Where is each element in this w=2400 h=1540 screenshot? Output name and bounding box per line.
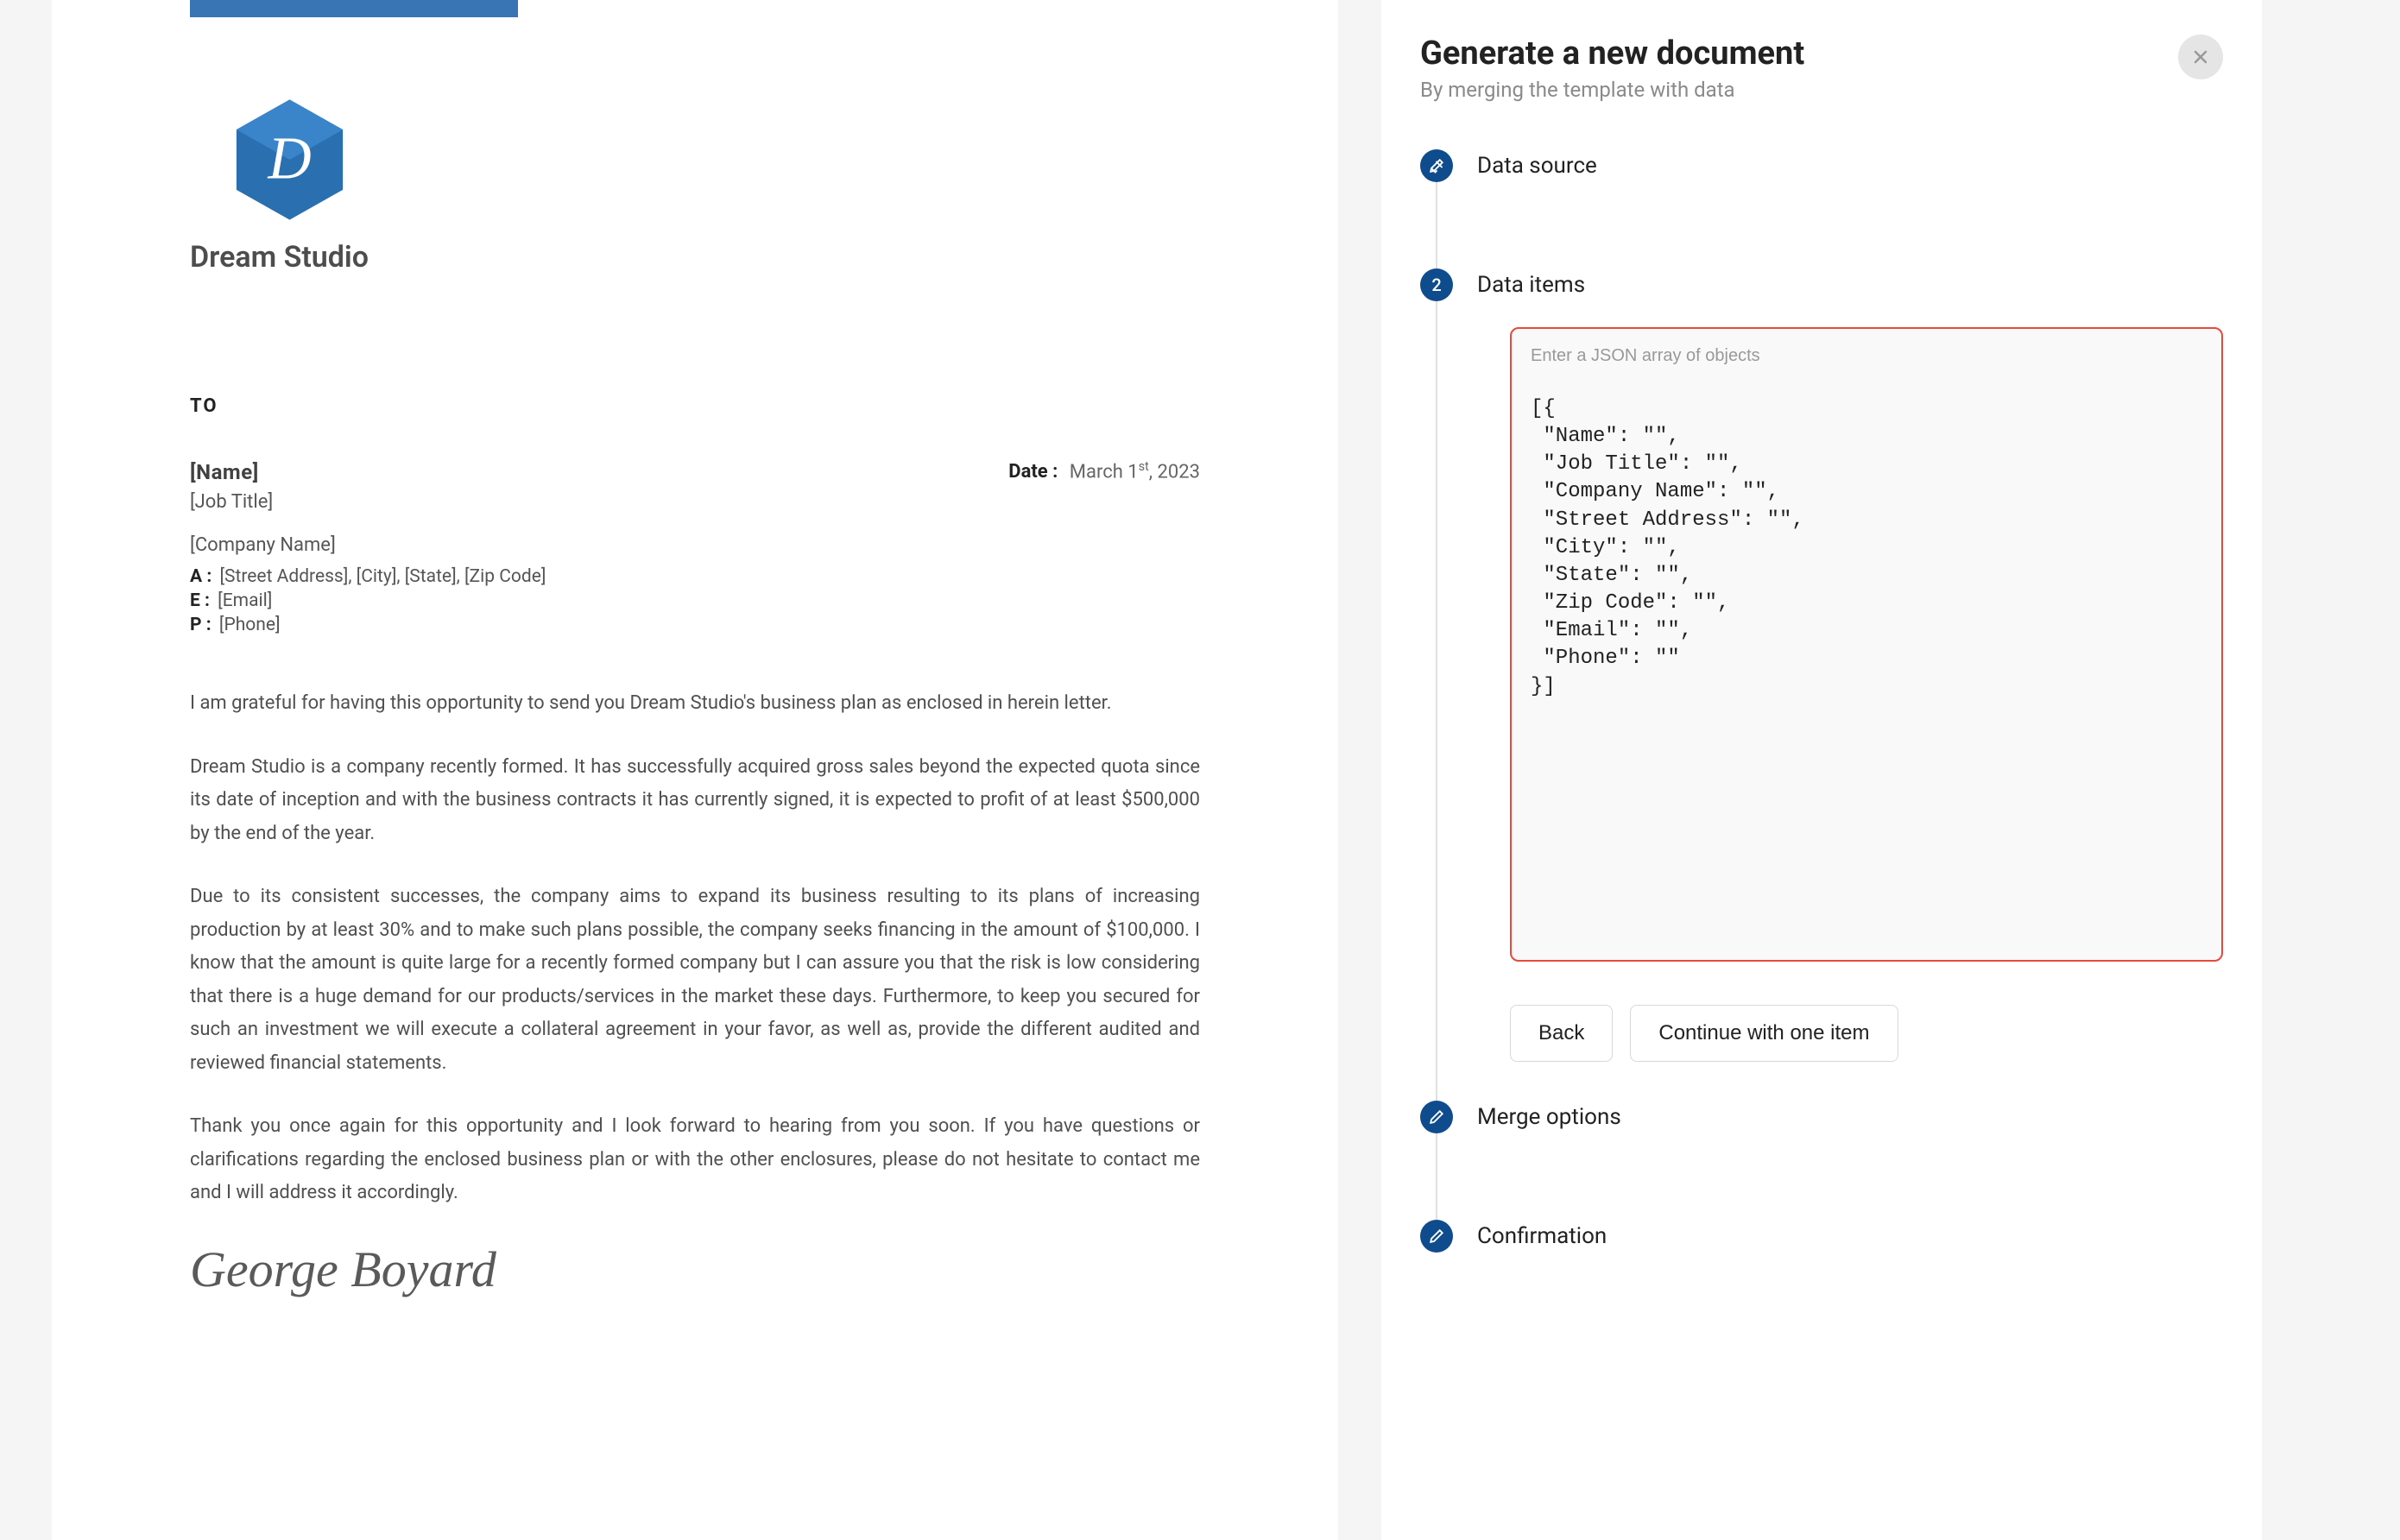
letter-body: I am grateful for having this opportunit… [190, 687, 1200, 1210]
step-label: Merge options [1477, 1101, 1621, 1133]
email-label: E : [190, 590, 210, 611]
json-input-wrapper: Enter a JSON array of objects [{ "Name":… [1510, 327, 2223, 962]
step-content: Enter a JSON array of objects [{ "Name":… [1510, 327, 2223, 1062]
date-label: Date : [1008, 461, 1058, 483]
back-button[interactable]: Back [1510, 1005, 1613, 1062]
address-label: A : [190, 566, 212, 587]
svg-text:D: D [267, 125, 311, 192]
close-button[interactable] [2178, 35, 2223, 79]
header-accent-bar [190, 0, 518, 17]
phone-value: [Phone] [219, 615, 281, 635]
step-number-badge: 2 [1420, 268, 1453, 301]
panel-header: Generate a new document By merging the t… [1420, 35, 2223, 102]
to-label: TO [190, 395, 1200, 417]
recipient-row: [Name] Date : March 1st, 2023 [190, 460, 1200, 484]
recipient-name: [Name] [190, 460, 259, 484]
signature: George Boyard [190, 1240, 1200, 1298]
panel-subtitle: By merging the template with data [1420, 78, 1804, 102]
paragraph-4: Thank you once again for this opportunit… [190, 1110, 1200, 1210]
continue-button[interactable]: Continue with one item [1630, 1005, 1898, 1062]
logo-area: D Dream Studio [190, 95, 1200, 275]
job-title: [Job Title] [190, 491, 1200, 513]
step-confirmation[interactable]: Confirmation [1420, 1220, 2223, 1253]
step-label: Confirmation [1477, 1220, 1607, 1253]
date-year: , 2023 [1149, 461, 1200, 483]
date-ordinal: st [1139, 460, 1149, 474]
phone-line: P : [Phone] [190, 615, 1200, 635]
document-content: D Dream Studio TO [Name] Date : March 1s… [52, 0, 1338, 1367]
step-pending-icon [1420, 1101, 1453, 1133]
phone-label: P : [190, 615, 212, 635]
date-block: Date : March 1st, 2023 [1008, 460, 1200, 483]
date-month: March 1 [1070, 461, 1139, 483]
step-merge-options[interactable]: Merge options [1420, 1101, 2223, 1133]
step-data-source[interactable]: Data source [1420, 149, 2223, 182]
button-row: Back Continue with one item [1510, 1005, 2223, 1062]
company-name-field: [Company Name] [190, 534, 1200, 556]
email-line: E : [Email] [190, 590, 1200, 611]
address-value: [Street Address], [City], [State], [Zip … [219, 566, 546, 587]
close-icon [2190, 47, 2211, 67]
step-complete-icon [1420, 149, 1453, 182]
textarea-hint: Enter a JSON array of objects [1531, 344, 2202, 368]
generate-document-panel: Generate a new document By merging the t… [1381, 0, 2262, 1540]
address-line: A : [Street Address], [City], [State], [… [190, 566, 1200, 587]
paragraph-2: Dream Studio is a company recently forme… [190, 751, 1200, 851]
step-label: Data source [1477, 149, 1597, 182]
step-pending-icon [1420, 1220, 1453, 1253]
steps-list: Data source 2 Data items Enter a JSON ar… [1420, 149, 2223, 1253]
paragraph-1: I am grateful for having this opportunit… [190, 687, 1200, 721]
step-label: Data items [1477, 268, 2223, 301]
panel-title: Generate a new document [1420, 35, 1804, 73]
document-preview: D Dream Studio TO [Name] Date : March 1s… [52, 0, 1338, 1540]
company-logo-icon: D [231, 95, 348, 224]
paragraph-3: Due to its consistent successes, the com… [190, 880, 1200, 1080]
json-content: [{ "Name": "", "Job Title": "", "Company… [1531, 371, 2202, 701]
email-value: [Email] [218, 590, 272, 611]
json-textarea[interactable]: Enter a JSON array of objects [{ "Name":… [1510, 327, 2223, 962]
company-name: Dream Studio [190, 240, 1200, 275]
step-data-items: 2 Data items Enter a JSON array of objec… [1420, 268, 2223, 1101]
